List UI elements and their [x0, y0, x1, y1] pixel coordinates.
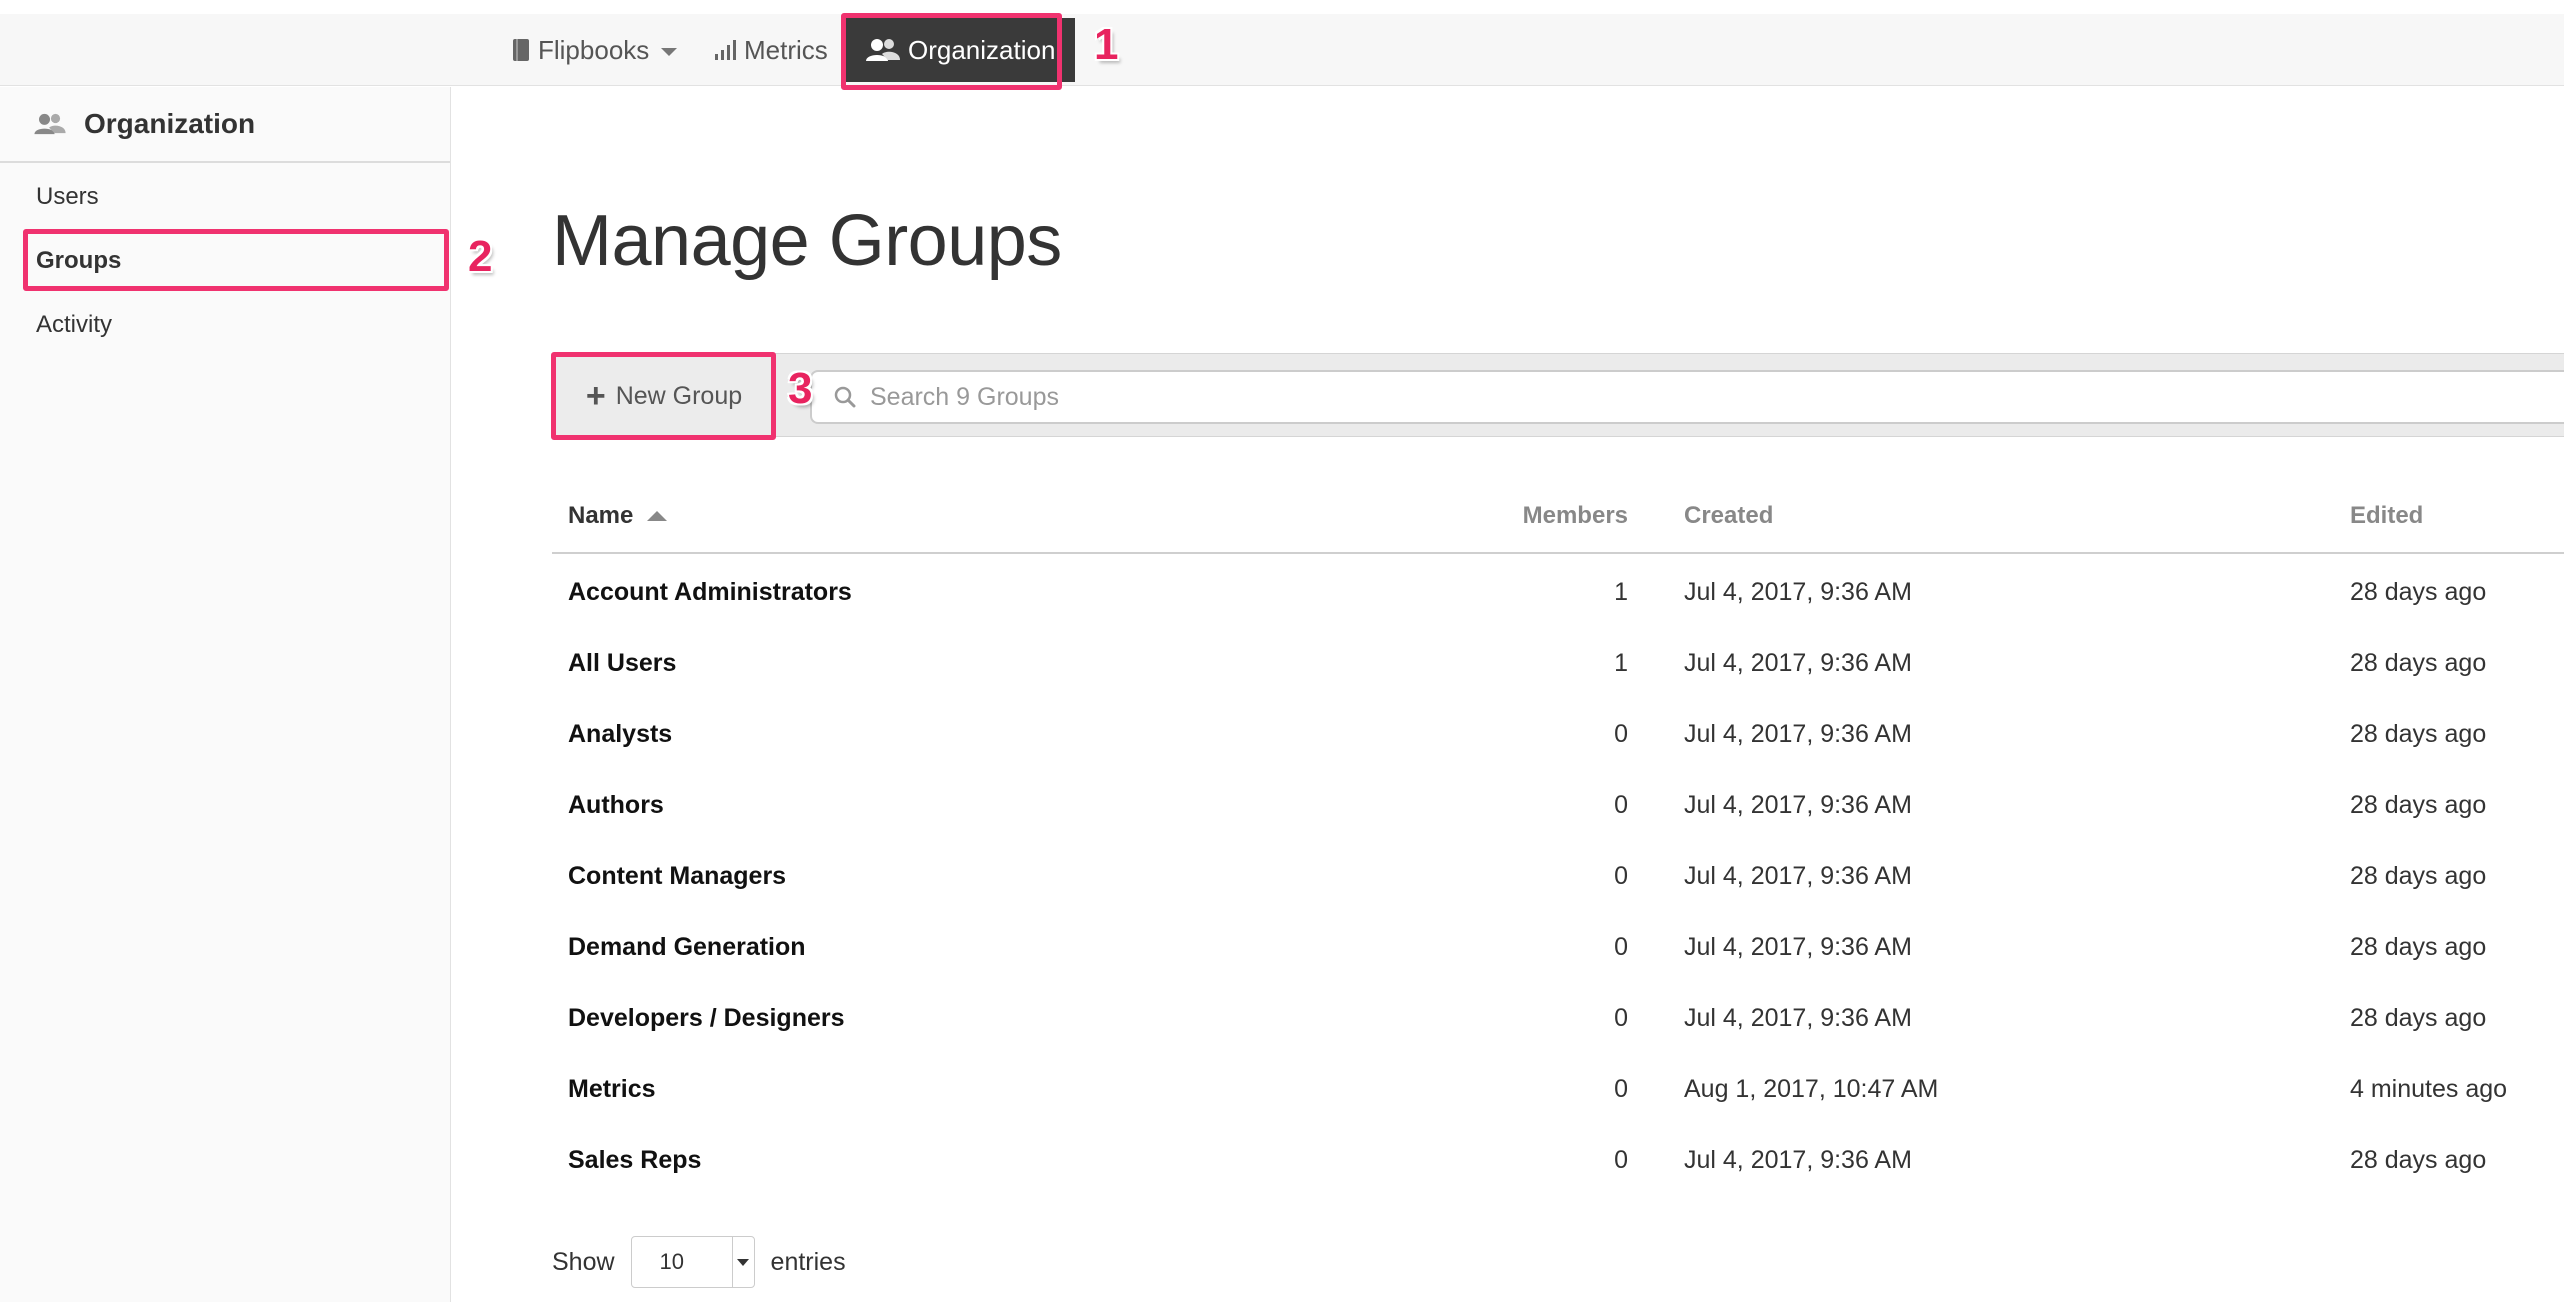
column-header-name[interactable]: Name	[568, 502, 668, 530]
table-row[interactable]: Developers / Designers 0 Jul 4, 2017, 9:…	[552, 982, 2564, 1053]
nav-organization[interactable]: Organization	[846, 18, 1076, 82]
group-name-link[interactable]: Developers / Designers	[568, 1004, 845, 1033]
group-members: 0	[1614, 791, 1628, 819]
book-icon	[513, 39, 529, 61]
group-edited: 28 days ago	[2350, 1146, 2487, 1174]
group-created: Jul 4, 2017, 9:36 AM	[1684, 720, 1912, 748]
search-box[interactable]	[810, 370, 2564, 424]
search-icon	[834, 386, 856, 408]
bar-chart-icon	[715, 40, 736, 60]
group-members: 0	[1614, 862, 1628, 890]
sidebar-item-users[interactable]: Users	[36, 183, 99, 211]
callout-number: 3	[788, 364, 813, 413]
nav-organization-label: Organization	[908, 34, 1056, 65]
group-members: 1	[1614, 649, 1628, 677]
group-members: 0	[1614, 1146, 1628, 1174]
group-edited: 28 days ago	[2350, 720, 2487, 748]
chevron-down-icon	[731, 1237, 754, 1287]
sort-ascending-icon	[647, 511, 668, 521]
new-group-button[interactable]: + New Group	[556, 356, 772, 436]
table-row[interactable]: Sales Reps 0 Jul 4, 2017, 9:36 AM 28 day…	[552, 1124, 2564, 1195]
page-title: Manage Groups	[552, 201, 1062, 281]
group-name-link[interactable]: Analysts	[568, 720, 672, 749]
group-created: Jul 4, 2017, 9:36 AM	[1684, 578, 1912, 606]
group-edited: 28 days ago	[2350, 862, 2487, 890]
group-edited: 4 minutes ago	[2350, 1075, 2508, 1103]
column-header-edited[interactable]: Edited	[2350, 502, 2423, 530]
group-name-link[interactable]: Authors	[568, 791, 664, 820]
top-nav: Flipbooks Metrics Organization	[0, 14, 2564, 86]
entries-select[interactable]: 10	[630, 1236, 755, 1288]
group-created: Jul 4, 2017, 9:36 AM	[1684, 791, 1912, 819]
sidebar-item-activity[interactable]: Activity	[36, 311, 112, 339]
sidebar-header: Organization	[0, 87, 450, 163]
plus-icon: +	[585, 377, 606, 415]
new-group-label: New Group	[615, 381, 743, 410]
group-members: 0	[1614, 1075, 1628, 1103]
group-created: Aug 1, 2017, 10:47 AM	[1684, 1075, 1939, 1103]
nav-flipbooks[interactable]: Flipbooks	[512, 14, 678, 86]
column-header-members[interactable]: Members	[1400, 502, 1628, 530]
table-row[interactable]: Metrics 0 Aug 1, 2017, 10:47 AM 4 minute…	[552, 1053, 2564, 1124]
group-members: 0	[1614, 720, 1628, 748]
column-header-name-label: Name	[568, 502, 634, 529]
search-input[interactable]	[870, 382, 2470, 412]
group-created: Jul 4, 2017, 9:36 AM	[1684, 1004, 1912, 1032]
show-label: Show	[552, 1247, 615, 1276]
group-name-link[interactable]: Content Managers	[568, 862, 786, 891]
top-strip	[0, 0, 2564, 14]
callout-number: 2	[468, 232, 493, 281]
group-members: 0	[1614, 1004, 1628, 1032]
table-row[interactable]: Demand Generation 0 Jul 4, 2017, 9:36 AM…	[552, 911, 2564, 982]
group-created: Jul 4, 2017, 9:36 AM	[1684, 933, 1912, 961]
table-row[interactable]: Account Administrators 1 Jul 4, 2017, 9:…	[552, 556, 2564, 627]
group-edited: 28 days ago	[2350, 791, 2487, 819]
group-name-link[interactable]: Account Administrators	[568, 578, 852, 607]
table-row[interactable]: Authors 0 Jul 4, 2017, 9:36 AM 28 days a…	[552, 769, 2564, 840]
chevron-down-icon	[661, 48, 678, 56]
users-icon	[34, 113, 66, 135]
sidebar-item-groups[interactable]: Groups	[36, 247, 121, 275]
callout-number: 1	[1094, 20, 1119, 69]
show-entries-control: Show 10 entries	[552, 1236, 846, 1288]
sidebar: Organization Users Groups Activity	[0, 87, 451, 1302]
entries-select-value: 10	[659, 1249, 685, 1274]
table-row[interactable]: Content Managers 0 Jul 4, 2017, 9:36 AM …	[552, 840, 2564, 911]
entries-label: entries	[770, 1247, 846, 1276]
table-header-divider	[552, 552, 2564, 554]
group-members: 1	[1614, 578, 1628, 606]
group-name-link[interactable]: All Users	[568, 649, 676, 678]
users-icon	[866, 39, 900, 61]
group-edited: 28 days ago	[2350, 649, 2487, 677]
group-name-link[interactable]: Demand Generation	[568, 933, 806, 962]
group-name-link[interactable]: Metrics	[568, 1075, 656, 1104]
nav-metrics-label: Metrics	[744, 34, 828, 65]
table-row[interactable]: All Users 1 Jul 4, 2017, 9:36 AM 28 days…	[552, 627, 2564, 698]
nav-flipbooks-label: Flipbooks	[538, 34, 650, 65]
group-edited: 28 days ago	[2350, 1004, 2487, 1032]
nav-metrics[interactable]: Metrics	[714, 14, 828, 86]
group-created: Jul 4, 2017, 9:36 AM	[1684, 649, 1912, 677]
group-members: 0	[1614, 933, 1628, 961]
group-created: Jul 4, 2017, 9:36 AM	[1684, 1146, 1912, 1174]
group-name-link[interactable]: Sales Reps	[568, 1146, 701, 1175]
column-header-created[interactable]: Created	[1684, 502, 1773, 530]
table-row[interactable]: Analysts 0 Jul 4, 2017, 9:36 AM 28 days …	[552, 698, 2564, 769]
group-edited: 28 days ago	[2350, 933, 2487, 961]
sidebar-header-label: Organization	[84, 108, 256, 139]
group-created: Jul 4, 2017, 9:36 AM	[1684, 862, 1912, 890]
group-edited: 28 days ago	[2350, 578, 2487, 606]
